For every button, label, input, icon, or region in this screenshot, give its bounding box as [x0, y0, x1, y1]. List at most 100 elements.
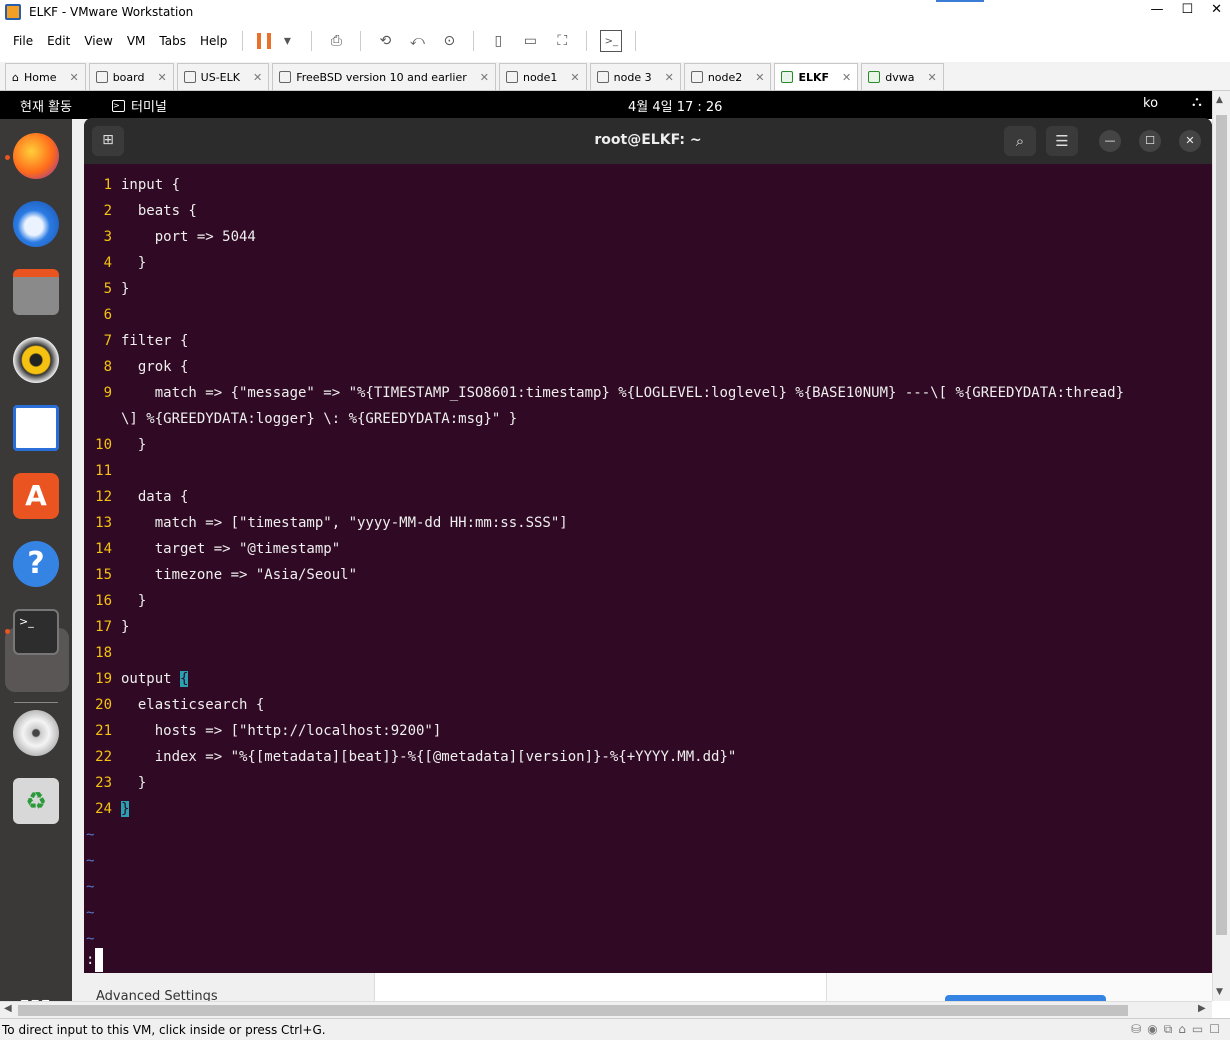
menu-tabs[interactable]: Tabs	[152, 34, 193, 48]
code-line: 17}	[84, 614, 1212, 640]
line-text: timezone => "Asia/Seoul"	[121, 562, 357, 588]
line-content: output	[121, 671, 181, 687]
window-titlebar: ELKF - VMware Workstation — ☐ ✕	[0, 0, 1230, 24]
message-icon[interactable]: ☐	[1209, 1022, 1220, 1037]
tab-freebsd[interactable]: FreeBSD version 10 and earlier ✕	[272, 63, 496, 90]
send-ctrl-alt-del-icon[interactable]: ⎙	[325, 30, 347, 52]
toolbar-separator	[473, 31, 475, 51]
scrollbar-thumb[interactable]	[18, 1005, 1128, 1016]
menu-help[interactable]: Help	[193, 34, 234, 48]
line-content: data {	[121, 489, 189, 505]
scroll-down-icon[interactable]: ▼	[1216, 987, 1223, 997]
vertical-scrollbar[interactable]: ▲ ▼	[1212, 91, 1230, 1001]
tab-board[interactable]: board ✕	[88, 63, 174, 90]
scroll-left-icon[interactable]: ◀	[4, 1003, 12, 1014]
help-icon[interactable]: ?	[13, 541, 59, 587]
clock[interactable]: 4월 4일 17 : 26	[628, 96, 722, 115]
writer-icon[interactable]	[13, 405, 59, 451]
close-icon[interactable]: ✕	[842, 71, 851, 84]
trash-icon[interactable]: ♻	[13, 778, 59, 824]
search-icon[interactable]: ⌕	[1004, 126, 1036, 156]
tab-us-elk[interactable]: US-ELK ✕	[176, 63, 270, 90]
menu-icon[interactable]: ☰	[1046, 126, 1078, 156]
fullscreen-icon[interactable]: ⛶	[551, 30, 573, 52]
library-view-icon[interactable]: ▯	[487, 30, 509, 52]
console-view-icon[interactable]: >_	[600, 30, 623, 52]
menu-edit[interactable]: Edit	[40, 34, 77, 48]
terminal-icon: >	[112, 99, 125, 112]
line-number: 21	[95, 723, 112, 739]
display-icon[interactable]: ▭	[1192, 1022, 1203, 1037]
rhythmbox-icon[interactable]	[13, 337, 59, 383]
chevron-down-icon[interactable]: ▾	[276, 30, 298, 52]
revert-snapshot-icon[interactable]: ⤺	[406, 30, 428, 52]
vim-command-line[interactable]: :	[86, 948, 104, 972]
minimize-icon[interactable]: —	[1099, 130, 1121, 152]
line-number: 7	[103, 333, 112, 349]
line-text: }	[121, 588, 146, 614]
scroll-up-icon[interactable]: ▲	[1216, 95, 1223, 105]
vm-display[interactable]: 현재 활동 > 터미널 4월 4일 17 : 26 ko ⛬ A ? >_ ♻ ▪…	[0, 91, 1212, 1001]
tab-elkf[interactable]: ELKF ✕	[774, 63, 859, 90]
maximize-icon[interactable]: ☐	[1139, 130, 1161, 152]
terminal-icon[interactable]: >_	[13, 609, 59, 655]
close-icon[interactable]: ✕	[755, 71, 764, 84]
tab-dvwa[interactable]: dvwa ✕	[861, 63, 944, 90]
hard-disk-icon[interactable]: ⛁	[1131, 1022, 1141, 1037]
close-icon[interactable]: ✕	[69, 71, 78, 84]
thunderbird-icon[interactable]	[13, 201, 59, 247]
close-icon[interactable]: ✕	[253, 71, 262, 84]
tab-node3[interactable]: node 3 ✕	[589, 63, 681, 90]
scroll-right-icon[interactable]: ▶	[1198, 1003, 1206, 1014]
vim-buffer[interactable]: 1 input {2 beats {3 port => 5044 4 } 5} 6 7 fi…	[84, 172, 1212, 952]
close-icon[interactable]: ✕	[665, 71, 674, 84]
line-text: match => {"message" => "%{TIMESTAMP_ISO8…	[121, 380, 1124, 406]
menu-file[interactable]: File	[6, 34, 40, 48]
tab-home[interactable]: ⌂ Home ✕	[5, 63, 86, 90]
line-content: index => "%{[metadata][beat]}-%{[@metada…	[121, 749, 737, 765]
maximize-icon[interactable]: ☐	[1181, 2, 1193, 17]
cd-rom-icon[interactable]: ◉	[1147, 1022, 1157, 1037]
tab-label: FreeBSD version 10 and earlier	[296, 70, 467, 84]
line-content: target => "@timestamp"	[121, 541, 341, 557]
app-center-icon[interactable]: A	[13, 473, 59, 519]
close-icon[interactable]: ✕	[480, 71, 489, 84]
titlebar-accent	[936, 0, 984, 2]
horizontal-scrollbar[interactable]: ◀ ▶	[0, 1001, 1212, 1018]
snapshot-manager-icon[interactable]: ⊙	[438, 30, 460, 52]
close-icon[interactable]: ✕	[1211, 2, 1222, 17]
pause-icon[interactable]	[257, 33, 272, 49]
empty-line-marker: ~	[84, 822, 1212, 848]
code-line: 21 hosts => ["http://localhost:9200"]	[84, 718, 1212, 744]
advanced-settings-item[interactable]: Advanced Settings	[96, 989, 218, 1001]
vm-icon	[95, 71, 108, 83]
snapshot-icon[interactable]: ⟲	[374, 30, 396, 52]
tab-node1[interactable]: node1 ✕	[498, 63, 587, 90]
thumbnail-view-icon[interactable]: ▭	[519, 30, 541, 52]
menu-vm[interactable]: VM	[120, 34, 153, 48]
line-content: port => 5044	[121, 229, 256, 245]
network-adapter-icon[interactable]: ⧉	[1164, 1022, 1173, 1037]
scrollbar-thumb[interactable]	[1216, 115, 1227, 935]
dvd-icon[interactable]	[13, 710, 59, 756]
files-icon[interactable]	[13, 269, 59, 315]
menu-view[interactable]: View	[77, 34, 119, 48]
tab-bar: ⌂ Home ✕ board ✕ US-ELK ✕ FreeBSD version 10…	[0, 62, 1230, 91]
vm-icon	[279, 71, 292, 83]
line-number: 22	[95, 749, 112, 765]
activities-button[interactable]: 현재 활동	[20, 96, 72, 115]
app-menu-label: 터미널	[131, 100, 167, 115]
tab-node2[interactable]: node2 ✕	[683, 63, 772, 90]
firefox-icon[interactable]	[13, 133, 59, 179]
input-language[interactable]: ko	[1143, 96, 1158, 111]
app-menu[interactable]: > 터미널	[112, 96, 167, 115]
usb-icon[interactable]: ⌂	[1178, 1022, 1186, 1037]
minimize-icon[interactable]: —	[1150, 2, 1163, 17]
close-icon[interactable]: ✕	[1179, 130, 1201, 152]
close-icon[interactable]: ✕	[928, 71, 937, 84]
tab-label: node1	[522, 70, 558, 84]
network-icon[interactable]: ⛬	[1192, 94, 1202, 110]
terminal-window[interactable]: ⊞ root@ELKF: ~ ⌕ ☰ — ☐ ✕ 1 input {2 beats…	[84, 118, 1212, 973]
close-icon[interactable]: ✕	[157, 71, 166, 84]
close-icon[interactable]: ✕	[570, 71, 579, 84]
